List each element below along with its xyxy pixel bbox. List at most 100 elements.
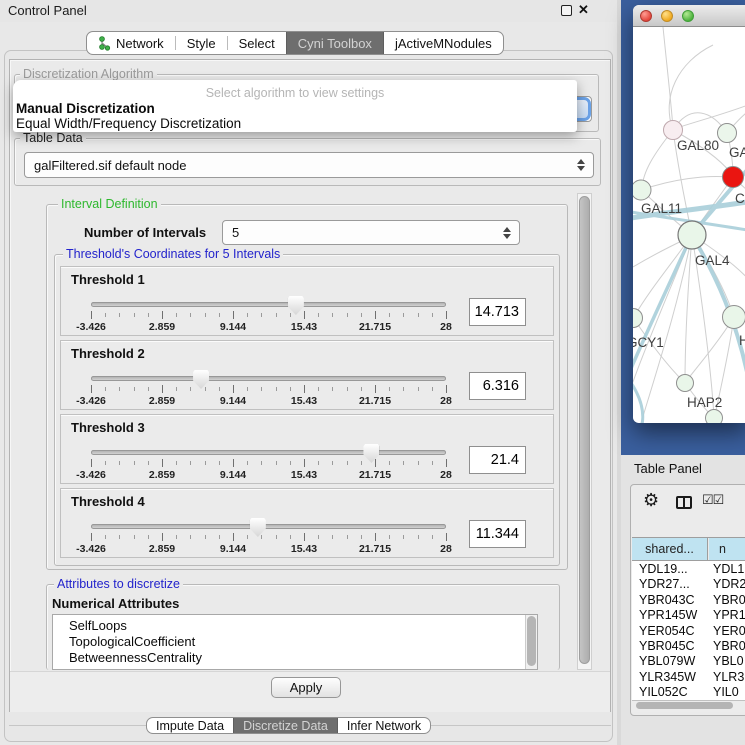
tab-discretize-data[interactable]: Discretize Data (233, 718, 338, 733)
network-node[interactable] (706, 410, 723, 424)
network-node[interactable] (718, 124, 737, 143)
algorithm-dropdown-popup: Select algorithm to view settings Manual… (13, 80, 577, 132)
close-icon[interactable]: ✕ (578, 2, 589, 18)
tick-mark (446, 533, 447, 541)
tick-mark (389, 387, 390, 391)
network-node[interactable] (664, 121, 683, 140)
tick-mark (190, 461, 191, 465)
tick-mark (403, 535, 404, 539)
threshold-value-field[interactable]: 21.4 (469, 446, 526, 474)
tick-mark (105, 313, 106, 317)
tab-select[interactable]: Select (228, 32, 286, 54)
apply-button[interactable]: Apply (271, 677, 341, 698)
tick-mark (219, 535, 220, 539)
window-zoom-icon[interactable] (682, 10, 694, 22)
attributes-group-title: Attributes to discretize (54, 577, 183, 591)
cell: YDL1 (713, 562, 744, 576)
table-row[interactable]: YIL052CYIL0 (632, 685, 745, 700)
cell: YBR0 (713, 639, 745, 653)
window-close-icon[interactable] (640, 10, 652, 22)
tab-cyni-toolbox[interactable]: Cyni Toolbox (286, 32, 384, 54)
table-row[interactable]: YDR27...YDR2 (632, 577, 745, 592)
tick-mark (91, 311, 92, 319)
tab-jactivemnodules[interactable]: jActiveMNodules (384, 32, 503, 54)
attributes-scrollbar-thumb[interactable] (527, 616, 536, 666)
slider-track[interactable] (91, 376, 446, 381)
network-view[interactable]: GAL80 GA GAL11 C GAL4 GCY1 H HAP2 (633, 27, 745, 423)
list-item[interactable]: TopologicalCoefficient (69, 634, 195, 649)
tick-mark (375, 385, 376, 393)
tick-mark (361, 313, 362, 317)
network-node[interactable] (677, 375, 694, 392)
threshold-label: Threshold 4 (71, 494, 145, 509)
tick-mark (190, 313, 191, 317)
cell: YDR27... (639, 577, 690, 591)
threshold-value-field[interactable]: 6.316 (469, 372, 526, 400)
gear-icon[interactable]: ⚙ (643, 490, 659, 511)
tick-label: 28 (440, 469, 452, 481)
tick-label: 21.715 (359, 321, 391, 333)
discretization-algorithm-group-title: Discretization Algorithm (20, 67, 157, 81)
table-row[interactable]: YDL19... YDL1 (632, 562, 745, 577)
tick-label: -3.426 (76, 395, 106, 407)
tab-network[interactable]: Network (87, 32, 175, 54)
table-row[interactable]: YLR345WYLR3 (632, 670, 745, 685)
checkboxes-icon[interactable]: ☑☑ (702, 492, 723, 508)
network-node[interactable] (633, 309, 643, 328)
slider-track[interactable] (91, 302, 446, 307)
tab-impute-data[interactable]: Impute Data (147, 718, 233, 733)
columns-icon[interactable] (676, 496, 692, 509)
thresholds-group-title: Threshold's Coordinates for 5 Intervals (63, 247, 283, 261)
tick-label: 2.859 (149, 321, 175, 333)
tick-mark (134, 313, 135, 317)
network-node[interactable] (633, 180, 651, 200)
cell: YDL19... (639, 562, 688, 576)
tab-infer-network[interactable]: Infer Network (338, 718, 430, 733)
cell: YBR043C (639, 593, 695, 607)
network-node-selected-red[interactable] (723, 167, 744, 188)
tick-mark (148, 535, 149, 539)
tab-style[interactable]: Style (176, 32, 227, 54)
network-node[interactable] (678, 221, 706, 249)
float-window-icon[interactable] (561, 5, 572, 16)
table-row[interactable]: YPR145WYPR1 (632, 608, 745, 623)
table-row[interactable]: YBR043CYBR0 (632, 593, 745, 608)
tick-label: 15.43 (291, 543, 317, 555)
cell: YPR1 (713, 608, 745, 622)
slider-track[interactable] (91, 450, 446, 455)
slider-track[interactable] (91, 524, 446, 529)
list-item[interactable]: SelfLoops (69, 618, 127, 633)
table-row[interactable]: YER054CYER0 (632, 624, 745, 639)
column-header-shared-name[interactable]: shared... (632, 538, 708, 560)
table-row[interactable]: YBR045CYBR0 (632, 639, 745, 654)
column-header-name[interactable]: n (709, 538, 745, 560)
tick-label: 28 (440, 321, 452, 333)
algorithm-placeholder-option: Select algorithm to view settings (13, 86, 577, 100)
table-hscrollbar-thumb[interactable] (636, 702, 733, 709)
tick-label: 21.715 (359, 395, 391, 407)
network-window-titlebar[interactable] (633, 5, 745, 27)
tick-mark (347, 461, 348, 465)
algorithm-option-manual-discretization[interactable]: Manual Discretization (16, 101, 155, 116)
numerical-attributes-list: SelfLoops TopologicalCoefficient Between… (52, 614, 538, 670)
window-minimize-icon[interactable] (661, 10, 673, 22)
table-row[interactable]: YBL079WYBL0 (632, 654, 745, 669)
screenshot-root: Control Panel ✕ Network Style Select Cyn… (0, 0, 745, 745)
tick-label: 15.43 (291, 395, 317, 407)
number-of-intervals-combobox[interactable]: 5 (222, 220, 520, 245)
node-label: GAL80 (677, 138, 719, 153)
tick-mark (247, 535, 248, 539)
table-data-combobox[interactable]: galFiltered.sif default node (24, 152, 594, 178)
threshold-value-field[interactable]: 14.713 (469, 298, 526, 326)
tick-mark (432, 313, 433, 317)
list-item[interactable]: BetweennessCentrality (69, 650, 202, 665)
algorithm-option-equal-width-frequency[interactable]: Equal Width/Frequency Discretization (16, 116, 241, 131)
tick-mark (403, 313, 404, 317)
network-node[interactable] (723, 306, 745, 329)
node-label: HAP2 (687, 395, 722, 410)
tick-label: 15.43 (291, 469, 317, 481)
tick-mark (105, 387, 106, 391)
threshold-value-field[interactable]: 11.344 (469, 520, 526, 548)
settings-scrollbar-thumb[interactable] (579, 196, 590, 664)
cell: YIL0 (713, 685, 739, 699)
